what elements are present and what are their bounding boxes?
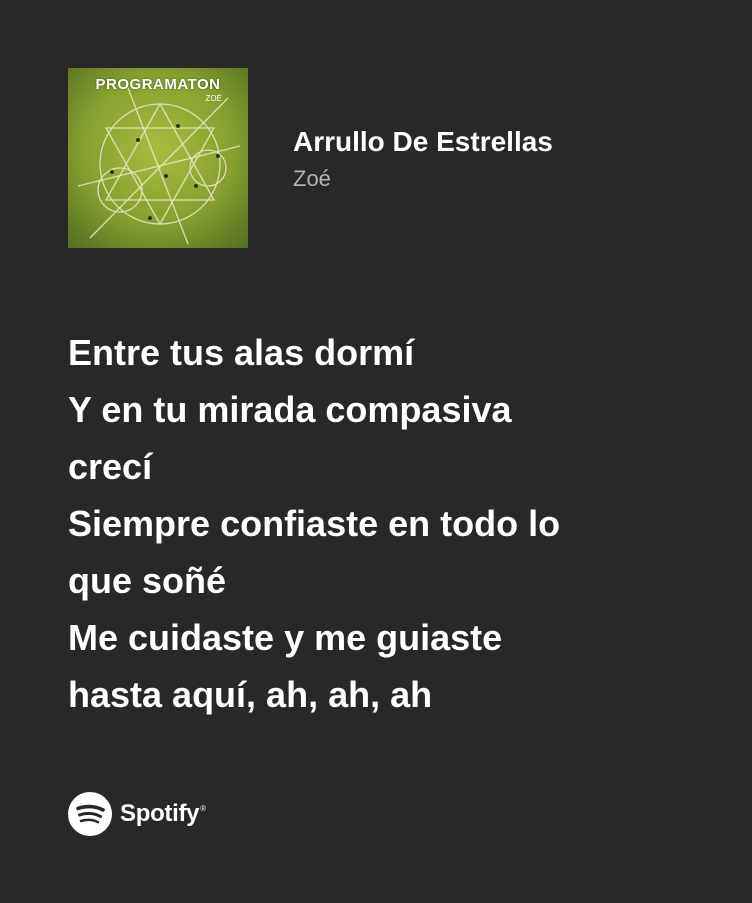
lyrics-block: Entre tus alas dormí Y en tu mirada comp… — [68, 324, 708, 723]
lyric-line: Entre tus alas dormí — [68, 332, 415, 373]
spotify-wordmark: Spotify — [120, 800, 200, 827]
registered-mark: ® — [200, 804, 207, 813]
album-cover-title: PROGRAMATON — [95, 76, 221, 93]
lyric-line: que soñé — [68, 560, 227, 601]
track-info: Arrullo De Estrellas Zoé — [293, 124, 553, 194]
album-cover-artist: ZOÉ — [205, 94, 222, 103]
lyric-line: hasta aquí, ah, ah, ah — [68, 674, 433, 715]
lyric-line: Y en tu mirada compasiva — [68, 389, 512, 430]
track-artist: Zoé — [293, 166, 331, 191]
lyric-line: Me cuidaste y me guiaste — [68, 617, 503, 658]
track-title: Arrullo De Estrellas — [293, 126, 553, 157]
lyric-line: crecí — [68, 446, 153, 487]
album-cover: PROGRAMATON ZOÉ — [68, 68, 248, 248]
lyric-line: Siempre confiaste en todo lo — [68, 503, 561, 544]
spotify-brand: Spotify ® — [68, 792, 206, 836]
spotify-logo-icon — [68, 792, 112, 836]
